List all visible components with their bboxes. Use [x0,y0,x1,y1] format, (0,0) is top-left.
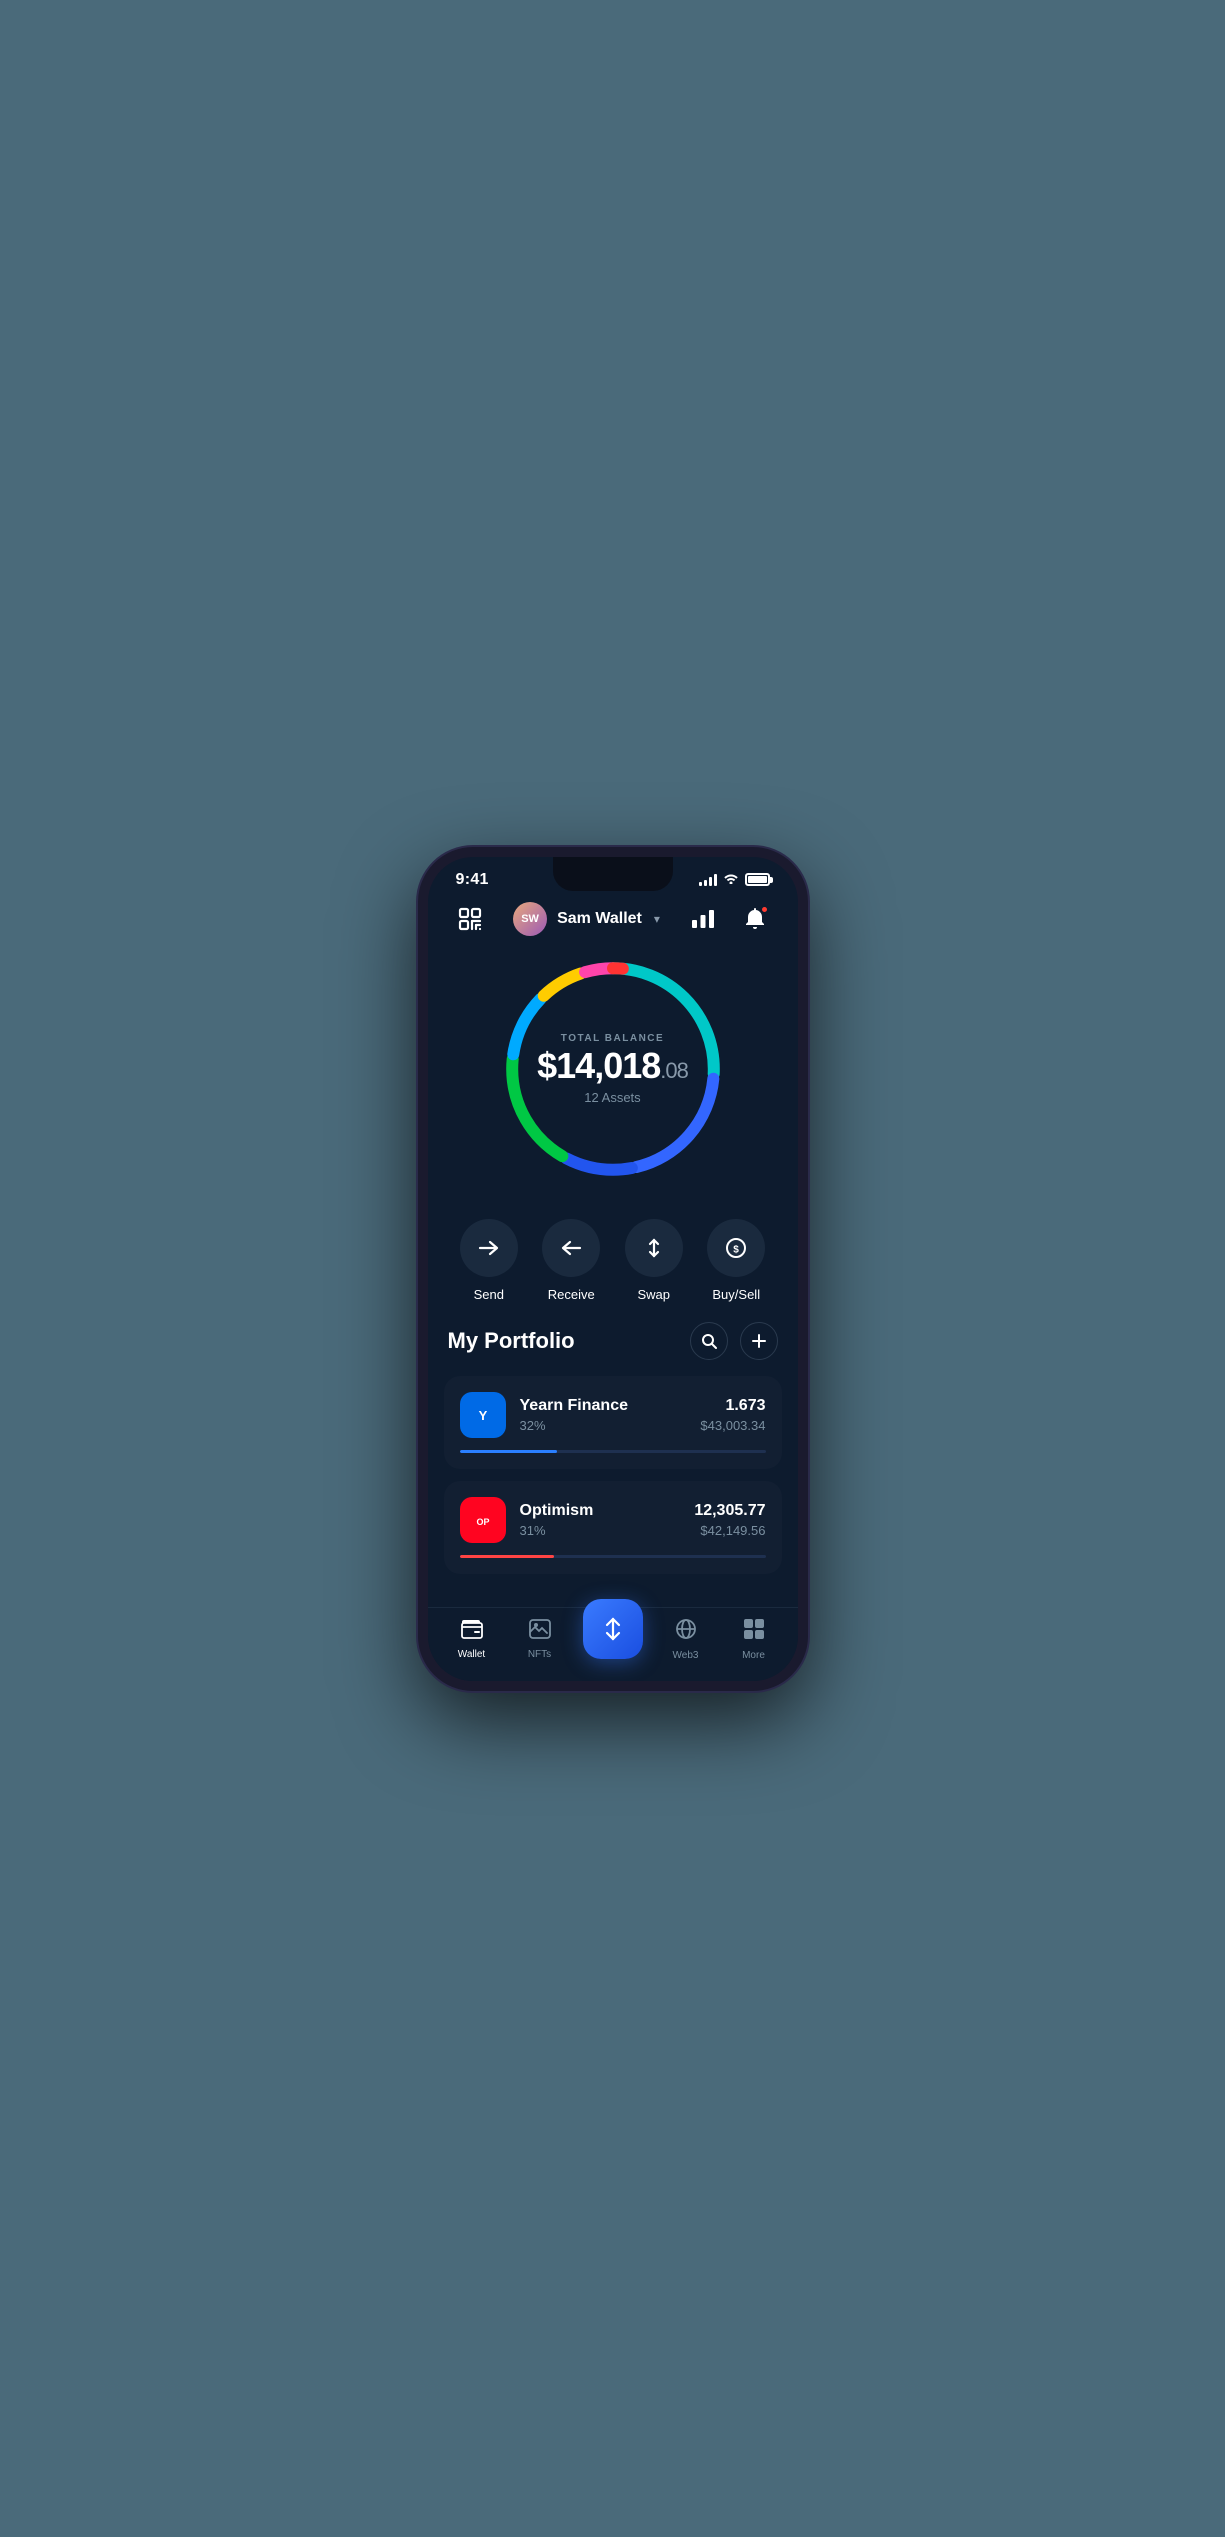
bottom-navigation: Wallet NFTs [428,1607,798,1681]
app-header: SW Sam Wallet ▾ [428,889,798,949]
balance-display: TOTAL BALANCE $14,018.08 12 Assets [537,1033,688,1105]
notifications-button[interactable] [737,901,773,937]
yearn-values: 1.673 $43,003.34 [700,1397,765,1433]
wallet-selector[interactable]: SW Sam Wallet ▾ [513,902,660,936]
swap-label: Swap [637,1287,670,1302]
yearn-name: Yearn Finance [520,1397,687,1415]
center-action-button[interactable] [583,1599,643,1659]
more-nav-icon [743,1618,765,1646]
optimism-logo: OP [460,1497,506,1543]
status-time: 9:41 [456,871,489,889]
notch [553,857,673,891]
wallet-name: Sam Wallet [557,910,642,928]
chart-icon-button[interactable] [685,901,721,937]
header-actions [685,901,773,937]
wallet-nav-icon [461,1619,483,1645]
svg-text:OP: OP [476,1517,489,1527]
balance-amount: $14,018.08 [537,1048,688,1084]
svg-text:$: $ [733,1244,739,1255]
web3-nav-icon [675,1618,697,1646]
yearn-logo: Y [460,1392,506,1438]
send-button[interactable]: Send [460,1219,518,1302]
optimism-name: Optimism [520,1502,681,1520]
action-buttons: Send Receive Swap [428,1209,798,1322]
balance-label: TOTAL BALANCE [537,1033,688,1044]
battery-icon [745,873,770,886]
portfolio-title: My Portfolio [448,1328,575,1354]
optimism-info: Optimism 31% [520,1502,681,1538]
scan-button[interactable] [452,901,488,937]
swap-button[interactable]: Swap [625,1219,683,1302]
nfts-nav-icon [529,1619,551,1645]
yearn-usd: $43,003.34 [700,1418,765,1433]
notification-badge [760,905,769,914]
asset-row-optimism: OP Optimism 31% 12,305.77 $42,149.56 [460,1497,766,1543]
asset-card-optimism[interactable]: OP Optimism 31% 12,305.77 $42,149.56 [444,1481,782,1574]
receive-button[interactable]: Receive [542,1219,600,1302]
chevron-down-icon: ▾ [654,912,660,926]
optimism-progress-fill [460,1555,555,1558]
receive-label: Receive [548,1287,595,1302]
svg-text:Y: Y [478,1408,487,1423]
portfolio-header: My Portfolio [444,1322,782,1360]
buysell-button[interactable]: $ Buy/Sell [707,1219,765,1302]
send-icon [460,1219,518,1277]
phone-frame: 9:41 [418,847,808,1691]
signal-icon [699,874,717,886]
optimism-percent: 31% [520,1523,681,1538]
optimism-amount: 12,305.77 [694,1502,765,1520]
balance-section: TOTAL BALANCE $14,018.08 12 Assets [428,949,798,1209]
status-icons [699,872,770,887]
receive-icon [542,1219,600,1277]
portfolio-section: My Portfolio [428,1322,798,1607]
assets-count: 12 Assets [537,1090,688,1105]
optimism-usd: $42,149.56 [694,1523,765,1538]
more-nav-label: More [742,1650,765,1661]
nfts-nav-label: NFTs [528,1649,551,1660]
avatar: SW [513,902,547,936]
add-asset-button[interactable] [740,1322,778,1360]
nav-wallet[interactable]: Wallet [447,1619,497,1660]
web3-nav-label: Web3 [673,1650,699,1661]
optimism-progress-bar [460,1555,766,1558]
yearn-progress-bar [460,1450,766,1453]
asset-row-yearn: Y Yearn Finance 32% 1.673 $43,003.34 [460,1392,766,1438]
scan-icon [452,901,488,937]
wallet-nav-label: Wallet [458,1649,485,1660]
swap-icon [625,1219,683,1277]
asset-card-yearn[interactable]: Y Yearn Finance 32% 1.673 $43,003.34 [444,1376,782,1469]
buysell-label: Buy/Sell [712,1287,760,1302]
wifi-icon [723,872,739,887]
nav-web3[interactable]: Web3 [661,1618,711,1661]
buysell-icon: $ [707,1219,765,1277]
send-label: Send [474,1287,504,1302]
donut-chart: TOTAL BALANCE $14,018.08 12 Assets [493,949,733,1189]
search-button[interactable] [690,1322,728,1360]
yearn-progress-fill [460,1450,558,1453]
optimism-values: 12,305.77 $42,149.56 [694,1502,765,1538]
yearn-info: Yearn Finance 32% [520,1397,687,1433]
nav-nfts[interactable]: NFTs [515,1619,565,1660]
nav-more[interactable]: More [729,1618,779,1661]
yearn-percent: 32% [520,1418,687,1433]
portfolio-actions [690,1322,778,1360]
yearn-amount: 1.673 [700,1397,765,1415]
